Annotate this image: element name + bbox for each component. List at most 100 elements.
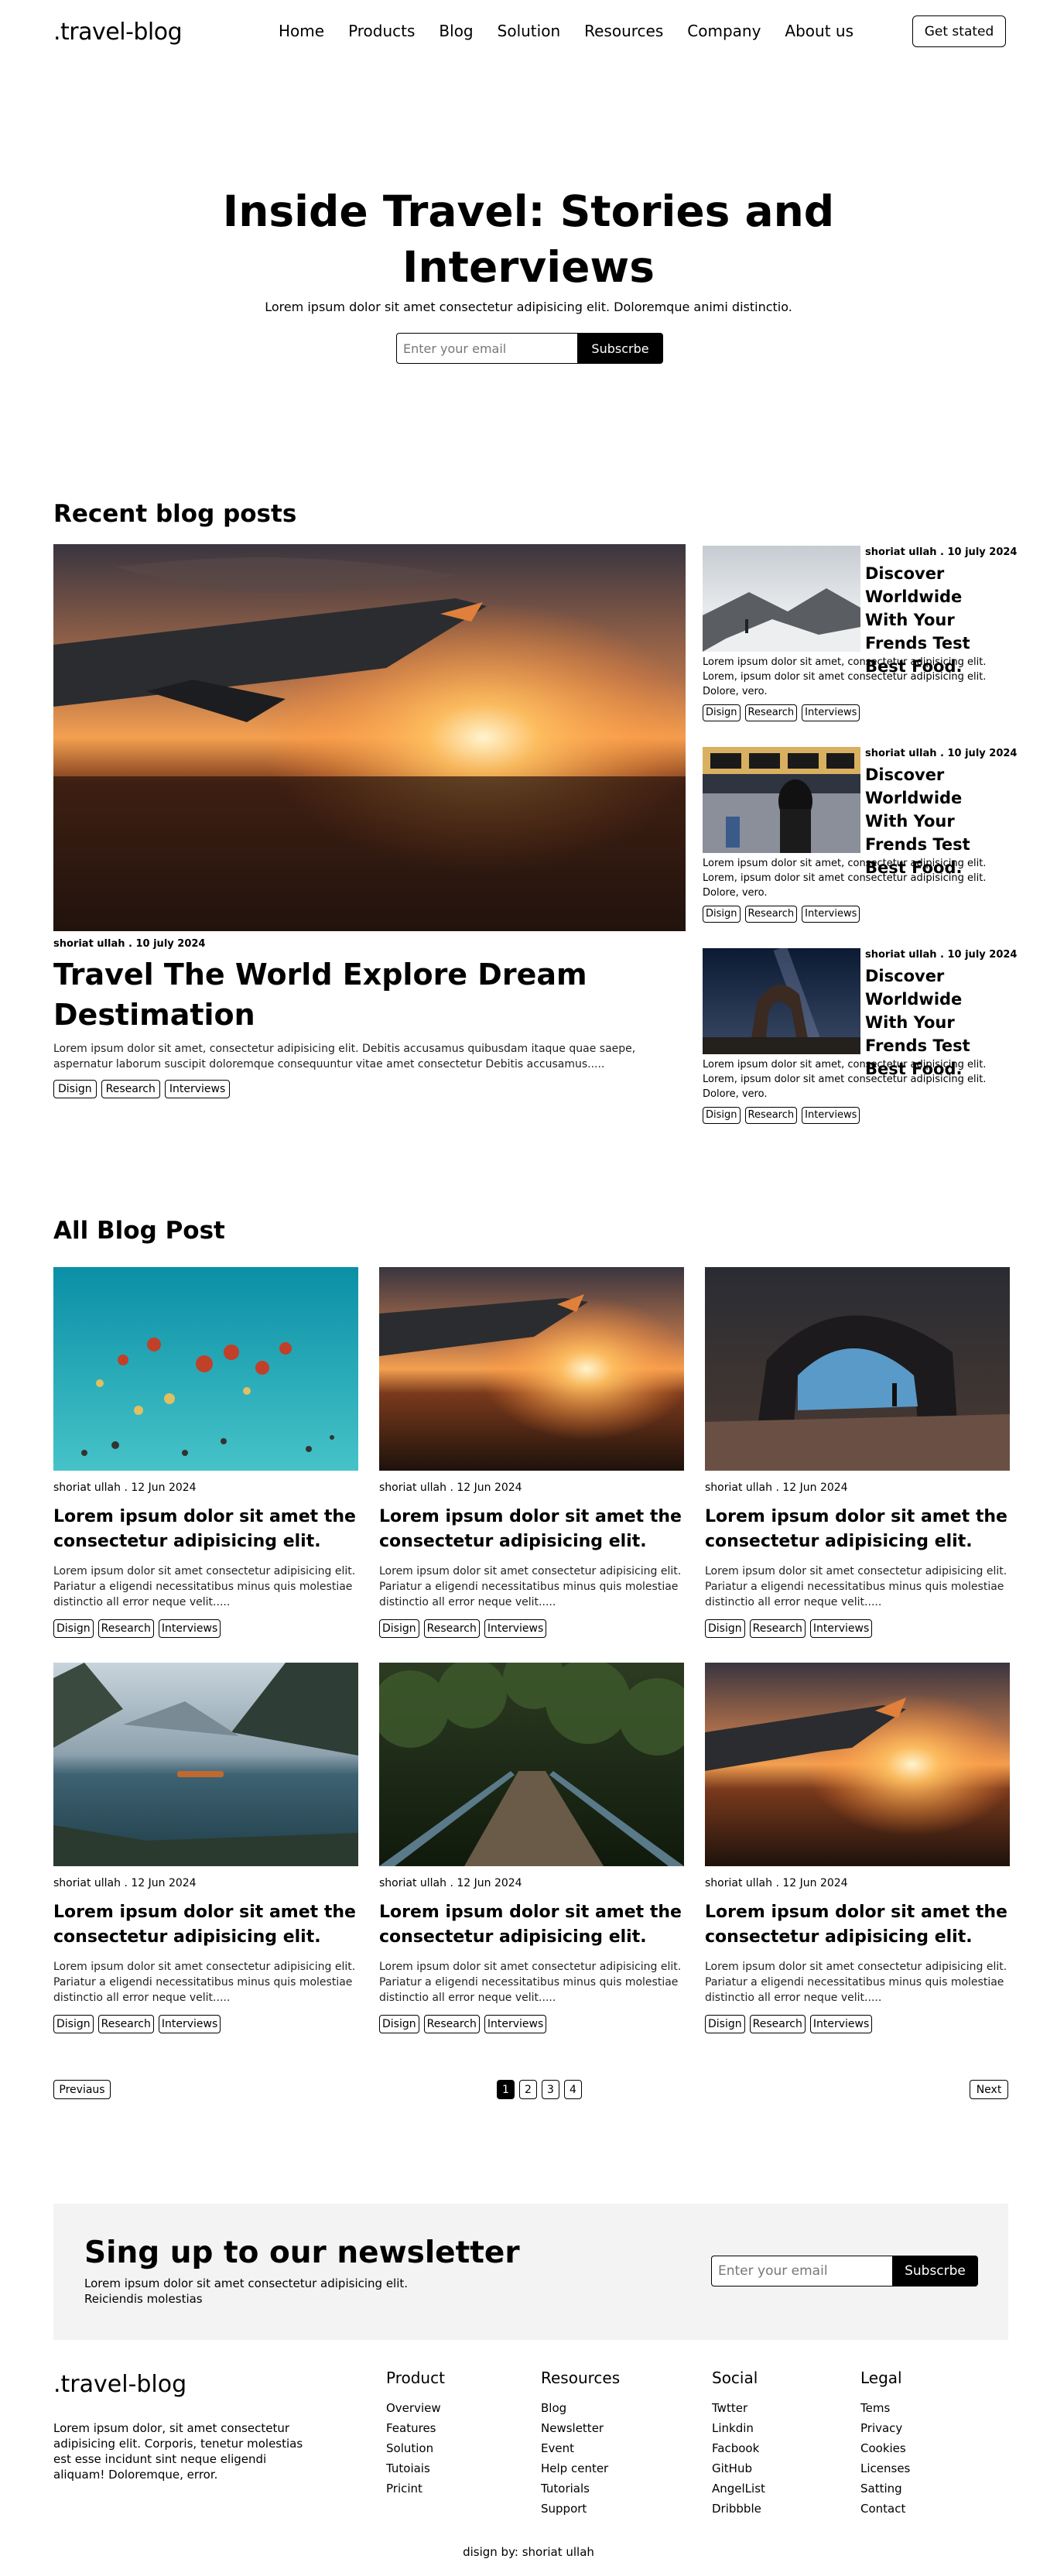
footer-link[interactable]: Facbook — [712, 2438, 765, 2458]
tag-research[interactable]: Research — [423, 2015, 480, 2033]
featured-post-tags: Disign Research Interviews — [53, 1080, 231, 1098]
tag-interviews[interactable]: Interviews — [158, 2015, 221, 2033]
card-title[interactable]: Lorem ipsum dolor sit amet the consectet… — [379, 1900, 684, 1950]
tag-design[interactable]: Disign — [379, 1619, 419, 1638]
card-title[interactable]: Lorem ipsum dolor sit amet the consectet… — [53, 1505, 358, 1554]
tag-interviews[interactable]: Interviews — [802, 906, 860, 923]
footer-link[interactable]: Pricint — [386, 2478, 445, 2499]
hero-subtitle: Lorem ipsum dolor sit amet consectetur a… — [265, 300, 792, 314]
card-image[interactable] — [379, 1267, 684, 1471]
card-title[interactable]: Lorem ipsum dolor sit amet the consectet… — [705, 1900, 1010, 1950]
page-3-button[interactable]: 3 — [542, 2080, 559, 2099]
tag-design[interactable]: Disign — [53, 2015, 94, 2033]
nav-home[interactable]: Home — [279, 22, 324, 40]
tag-design[interactable]: Disign — [703, 906, 741, 923]
tag-interviews[interactable]: Interviews — [809, 1619, 873, 1638]
tag-design[interactable]: Disign — [53, 1619, 94, 1638]
footer-link[interactable]: Cookies — [860, 2438, 910, 2458]
card-image[interactable] — [705, 1267, 1010, 1471]
footer-link[interactable]: Tems — [860, 2398, 910, 2418]
footer-link[interactable]: Features — [386, 2418, 445, 2438]
footer-link[interactable]: Contact — [860, 2499, 910, 2519]
next-page-button[interactable]: Next — [970, 2080, 1008, 2099]
site-logo[interactable]: .travel-blog — [53, 19, 183, 46]
page-4-button[interactable]: 4 — [564, 2080, 582, 2099]
card-image[interactable] — [53, 1267, 358, 1471]
nav-products[interactable]: Products — [348, 22, 415, 40]
nav-company[interactable]: Company — [687, 22, 761, 40]
card-tags: Disign Research Interviews — [379, 1619, 547, 1638]
tag-research[interactable]: Research — [97, 1619, 154, 1638]
card-title[interactable]: Lorem ipsum dolor sit amet the consectet… — [379, 1505, 684, 1554]
tag-research[interactable]: Research — [744, 1107, 798, 1124]
footer-credit: disign by: shoriat ullah — [463, 2545, 594, 2559]
card-title[interactable]: Lorem ipsum dolor sit amet the consectet… — [705, 1505, 1010, 1554]
side-post-image[interactable] — [703, 948, 860, 1054]
card-title[interactable]: Lorem ipsum dolor sit amet the consectet… — [53, 1900, 358, 1950]
footer-link[interactable]: Linkdin — [712, 2418, 765, 2438]
tag-design[interactable]: Disign — [379, 2015, 419, 2033]
footer-link[interactable]: Help center — [541, 2458, 620, 2478]
footer-link[interactable]: Privacy — [860, 2418, 910, 2438]
tag-research[interactable]: Research — [749, 1619, 806, 1638]
nav-resources[interactable]: Resources — [584, 22, 663, 40]
footer-link[interactable]: Event — [541, 2438, 620, 2458]
footer-logo[interactable]: .travel-blog — [53, 2371, 186, 2398]
tag-design[interactable]: Disign — [53, 1080, 97, 1098]
tag-research[interactable]: Research — [744, 704, 798, 721]
card-meta: shoriat ullah . 12 Jun 2024 — [705, 1482, 848, 1494]
side-post-tags: Disign Research Interviews — [703, 906, 860, 923]
footer-column-resources: Resources Blog Newsletter Event Help cen… — [541, 2369, 620, 2519]
nav-about-us[interactable]: About us — [785, 22, 853, 40]
footer-link[interactable]: Blog — [541, 2398, 620, 2418]
tag-interviews[interactable]: Interviews — [164, 1080, 231, 1098]
footer-link[interactable]: Twtter — [712, 2398, 765, 2418]
hero-email-input[interactable]: Enter your email — [396, 333, 577, 364]
hero-subscribe-button[interactable]: Subscrbe — [577, 333, 663, 364]
card-image[interactable] — [379, 1663, 684, 1866]
footer-link[interactable]: Licenses — [860, 2458, 910, 2478]
footer-link[interactable]: AngelList — [712, 2478, 765, 2499]
tag-design[interactable]: Disign — [705, 1619, 745, 1638]
tag-interviews[interactable]: Interviews — [158, 1619, 221, 1638]
footer-link[interactable]: GitHub — [712, 2458, 765, 2478]
tag-research[interactable]: Research — [744, 906, 798, 923]
tag-interviews[interactable]: Interviews — [484, 2015, 547, 2033]
footer-link[interactable]: Tutoiais — [386, 2458, 445, 2478]
tag-research[interactable]: Research — [97, 2015, 154, 2033]
recent-posts-heading: Recent blog posts — [53, 500, 297, 528]
newsletter-subscribe-button[interactable]: Subscrbe — [892, 2256, 978, 2287]
featured-post-title[interactable]: Travel The World Explore Dream Destimati… — [53, 954, 657, 1035]
nav-blog[interactable]: Blog — [439, 22, 473, 40]
side-post-image[interactable] — [703, 546, 860, 652]
get-started-button[interactable]: Get stated — [912, 15, 1006, 47]
card-image[interactable] — [53, 1663, 358, 1866]
tag-research[interactable]: Research — [423, 1619, 480, 1638]
newsletter-email-input[interactable]: Enter your email — [711, 2256, 892, 2287]
footer-link[interactable]: Tutorials — [541, 2478, 620, 2499]
side-post-tags: Disign Research Interviews — [703, 704, 860, 721]
featured-post-image[interactable] — [53, 544, 686, 931]
tag-design[interactable]: Disign — [705, 2015, 745, 2033]
tag-interviews[interactable]: Interviews — [802, 704, 860, 721]
tag-interviews[interactable]: Interviews — [809, 2015, 873, 2033]
tag-research[interactable]: Research — [749, 2015, 806, 2033]
tag-interviews[interactable]: Interviews — [484, 1619, 547, 1638]
page-1-button[interactable]: 1 — [497, 2080, 515, 2099]
footer-link[interactable]: Overview — [386, 2398, 445, 2418]
footer-link[interactable]: Newsletter — [541, 2418, 620, 2438]
tag-design[interactable]: Disign — [703, 1107, 741, 1124]
nav-solution[interactable]: Solution — [498, 22, 560, 40]
footer-link[interactable]: Support — [541, 2499, 620, 2519]
footer-column-product: Product Overview Features Solution Tutoi… — [386, 2369, 445, 2499]
footer-link[interactable]: Dribbble — [712, 2499, 765, 2519]
previous-page-button[interactable]: Previaus — [53, 2080, 111, 2099]
footer-link[interactable]: Satting — [860, 2478, 910, 2499]
tag-design[interactable]: Disign — [703, 704, 741, 721]
side-post-image[interactable] — [703, 747, 860, 853]
tag-interviews[interactable]: Interviews — [802, 1107, 860, 1124]
card-image[interactable] — [705, 1663, 1010, 1866]
footer-link[interactable]: Solution — [386, 2438, 445, 2458]
tag-research[interactable]: Research — [101, 1080, 160, 1098]
page-2-button[interactable]: 2 — [519, 2080, 537, 2099]
